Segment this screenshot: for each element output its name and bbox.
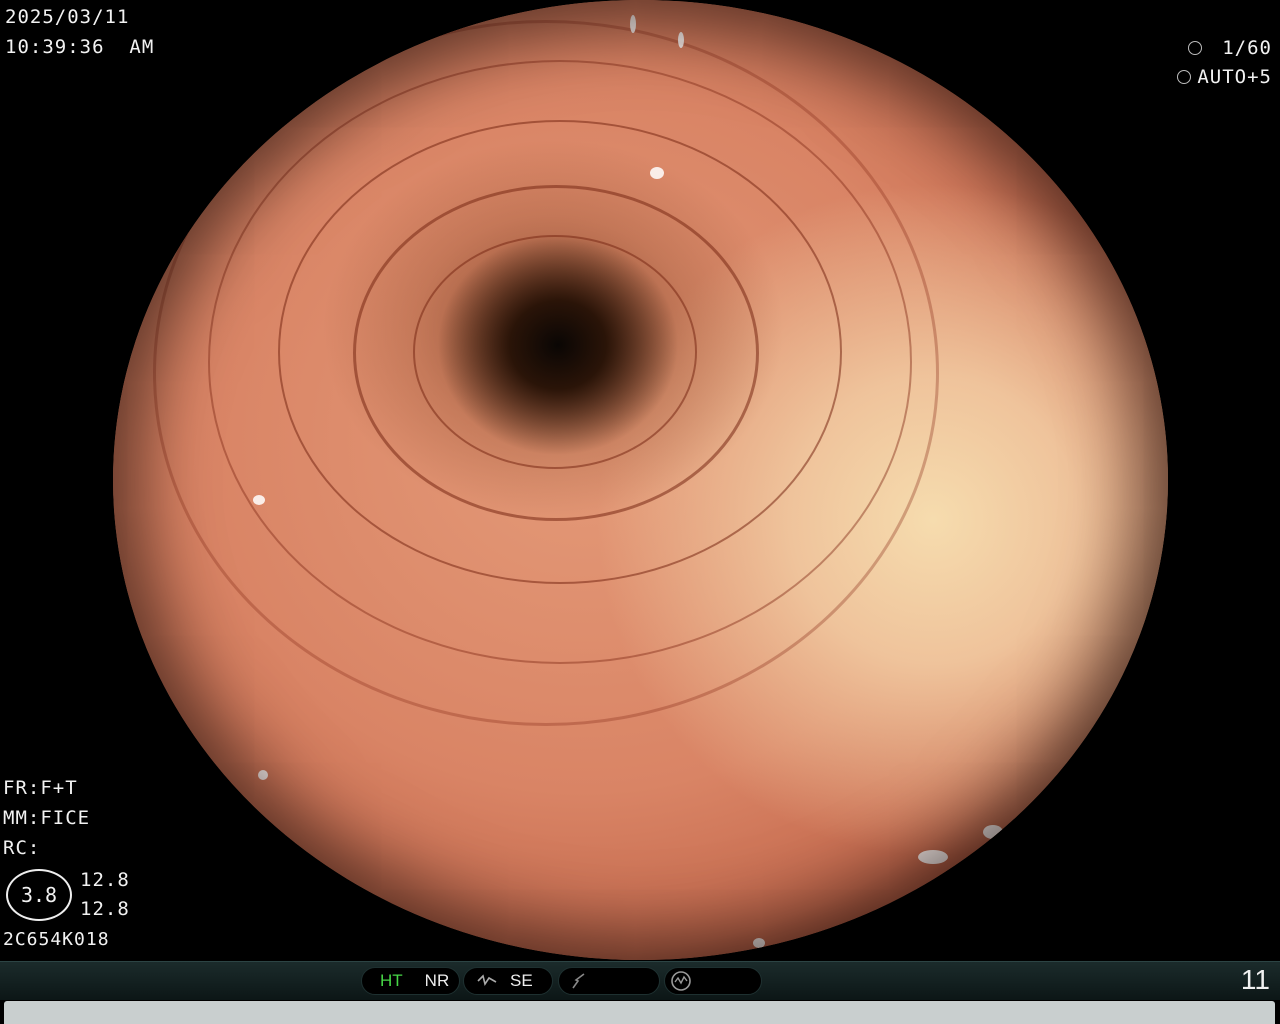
mode-icon	[669, 970, 693, 992]
readout-value-2: 12.8	[80, 898, 130, 920]
zoom-indicator: 3.8	[6, 869, 72, 921]
iris-value: AUTO+5	[1197, 66, 1272, 88]
shutter-setting: 1/60	[1188, 33, 1272, 63]
status-bar: HT NR SE 11	[0, 961, 1280, 1000]
date-display: 2025/03/11	[5, 6, 130, 28]
color-enhancement-icon	[569, 972, 589, 990]
se-indicator: SE	[463, 967, 553, 995]
bottom-strip	[4, 1001, 1275, 1024]
zoom-value: 3.8	[20, 883, 58, 907]
endoscope-image	[113, 0, 1168, 960]
rc-setting: RC:	[3, 837, 41, 859]
image-vignette	[113, 0, 1168, 960]
mode-indicator	[664, 967, 762, 995]
readout-value-1: 12.8	[80, 869, 130, 891]
page-number: 11	[1240, 964, 1270, 995]
ht-label: HT	[380, 971, 403, 990]
iris-icon	[1177, 70, 1192, 84]
scope-serial: 2C654K018	[3, 929, 110, 950]
iris-setting: AUTO+5	[1177, 62, 1272, 92]
fr-setting: FR:F+T	[3, 777, 78, 799]
structure-enhancement-icon	[476, 973, 510, 989]
nr-label: NR	[424, 971, 450, 990]
se-label: SE	[510, 971, 533, 990]
color-indicator	[558, 967, 660, 995]
ht-nr-indicator: HT NR	[361, 967, 460, 995]
shutter-value: 1/60	[1222, 37, 1272, 59]
time-display: 10:39:36 AM	[5, 36, 155, 58]
mm-setting: MM:FICE	[3, 807, 91, 829]
shutter-icon	[1188, 41, 1203, 55]
